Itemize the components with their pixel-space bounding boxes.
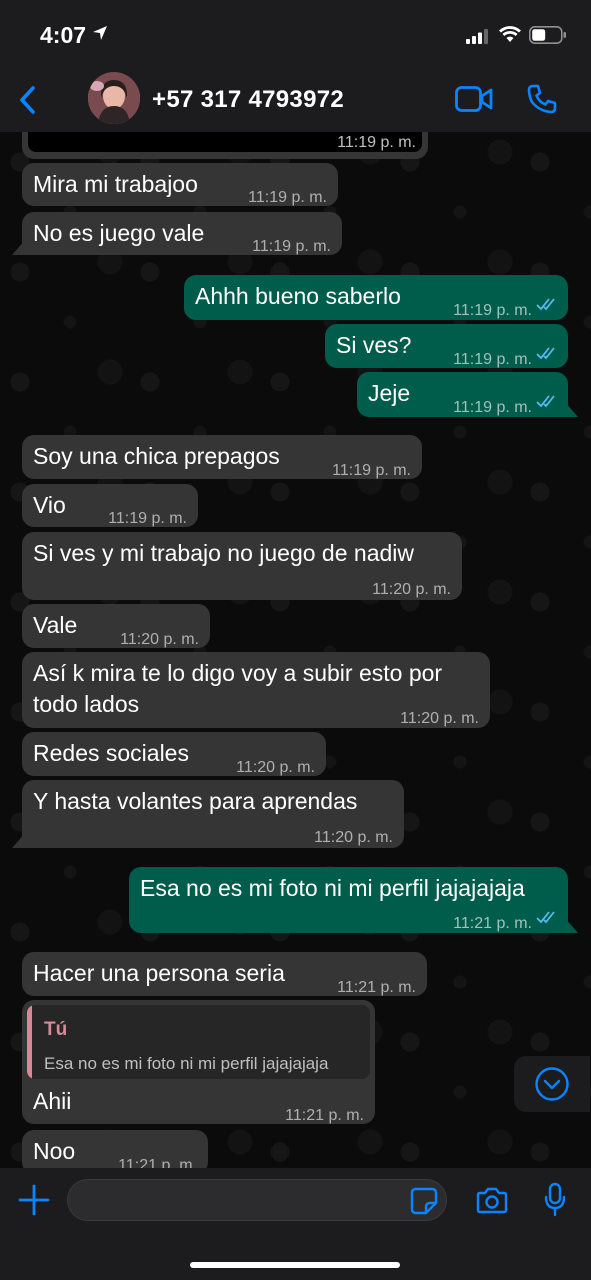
message-text: Y hasta volantes para aprendas xyxy=(33,788,358,814)
contact-name[interactable]: +57 317 4793972 xyxy=(152,86,344,114)
incoming-message[interactable]: Mira mi trabajoo 11:19 p. m. xyxy=(22,163,338,206)
message-time: 11:19 p. m. xyxy=(453,351,532,368)
outgoing-message[interactable]: Jeje 11:19 p. m. xyxy=(357,372,578,417)
outgoing-message[interactable]: Ahhh bueno saberlo 11:19 p. m. xyxy=(184,275,568,320)
back-chevron-icon[interactable] xyxy=(14,82,44,118)
wifi-icon xyxy=(499,26,521,42)
message-text: Mira mi trabajoo xyxy=(33,171,198,197)
scroll-to-bottom-button[interactable] xyxy=(514,1056,590,1112)
status-time: 4:07 xyxy=(40,22,87,48)
incoming-message[interactable]: Hacer una persona seria 11:21 p. m. xyxy=(22,952,427,996)
message-text: Soy una chica prepagos xyxy=(33,443,280,469)
outgoing-message[interactable]: Si ves? 11:19 p. m. xyxy=(325,324,568,368)
message-time: 11:19 p. m. xyxy=(248,189,327,206)
media-message-stub[interactable]: 11:19 p. m. xyxy=(22,132,428,159)
status-bar: 4:07 xyxy=(0,0,591,68)
camera-icon[interactable] xyxy=(476,1186,508,1214)
message-time: 11:20 p. m. xyxy=(120,631,199,648)
incoming-message[interactable]: Redes sociales 11:20 p. m. xyxy=(22,732,326,776)
message-text: Vale xyxy=(33,612,78,638)
message-time: 11:21 p. m. xyxy=(453,915,532,932)
chat-header: +57 317 4793972 xyxy=(0,68,591,132)
read-receipt-icon xyxy=(536,347,555,360)
quoted-message[interactable]: Tú Esa no es mi foto ni mi perfil jajaja… xyxy=(27,1005,370,1079)
message-time: 11:19 p. m. xyxy=(337,134,416,151)
message-text: No es juego vale xyxy=(33,220,205,246)
quote-accent-bar xyxy=(27,1005,32,1079)
message-time: 11:20 p. m. xyxy=(236,759,315,776)
bubble-tail xyxy=(12,239,26,255)
phone-call-icon[interactable] xyxy=(526,83,558,115)
incoming-message[interactable]: No es juego vale 11:19 p. m. xyxy=(12,212,342,255)
quote-text: Esa no es mi foto ni mi perfil jajajajaj… xyxy=(44,1054,329,1073)
location-arrow-icon xyxy=(93,26,107,40)
message-text-line: todo lados xyxy=(33,691,140,717)
incoming-message[interactable]: Así k mira te lo digo voy a subir esto p… xyxy=(22,652,490,728)
message-time: 11:20 p. m. xyxy=(400,710,479,727)
message-time: 11:19 p. m. xyxy=(252,238,331,255)
message-text: Esa no es mi foto ni mi perfil jajajajaj… xyxy=(140,875,525,901)
avatar-portrait-icon xyxy=(88,72,140,124)
message-time: 11:19 p. m. xyxy=(108,510,187,527)
message-text: Vio xyxy=(33,492,66,518)
message-time: 11:20 p. m. xyxy=(314,829,393,846)
incoming-message[interactable]: Si ves y mi trabajo no juego de nadiw 11… xyxy=(22,532,462,600)
message-text: Hacer una persona seria xyxy=(33,960,285,986)
bubble-tail xyxy=(564,917,578,933)
sticker-icon[interactable] xyxy=(410,1187,438,1215)
incoming-message[interactable]: Y hasta volantes para aprendas 11:20 p. … xyxy=(12,780,404,848)
read-receipt-icon xyxy=(536,298,555,311)
message-text: Si ves? xyxy=(336,332,412,358)
incoming-message[interactable]: Noo 11:21 p. m. xyxy=(22,1130,208,1168)
message-text: Ahii xyxy=(33,1088,72,1114)
battery-icon xyxy=(529,26,566,44)
chat-area[interactable]: 11:19 p. m. Mira mi trabajoo 11:19 p. m.… xyxy=(0,132,591,1168)
message-time: 11:21 p. m. xyxy=(337,979,416,996)
home-indicator[interactable] xyxy=(190,1262,400,1268)
quote-author: Tú xyxy=(44,1019,68,1040)
incoming-message[interactable]: Vale 11:20 p. m. xyxy=(22,604,210,648)
message-time: 11:19 p. m. xyxy=(453,302,532,319)
message-text: Ahhh bueno saberlo xyxy=(195,283,401,309)
microphone-icon[interactable] xyxy=(543,1182,567,1218)
message-time: 11:21 p. m. xyxy=(118,1157,197,1168)
incoming-message[interactable]: Vio 11:19 p. m. xyxy=(22,484,198,527)
incoming-message[interactable]: Soy una chica prepagos 11:19 p. m. xyxy=(22,435,422,479)
chevron-down-circle-icon xyxy=(535,1067,569,1101)
bubble-tail xyxy=(564,401,578,417)
message-text: Jeje xyxy=(368,380,411,406)
message-text: Noo xyxy=(33,1138,76,1164)
read-receipt-icon xyxy=(536,395,555,408)
message-time: 11:20 p. m. xyxy=(372,581,451,598)
contact-avatar[interactable] xyxy=(88,72,140,124)
signal-icon xyxy=(466,29,488,44)
plus-icon[interactable] xyxy=(18,1184,50,1216)
bubble-tail xyxy=(12,832,26,848)
message-time: 11:19 p. m. xyxy=(332,462,411,479)
message-text: Si ves y mi trabajo no juego de nadiw xyxy=(33,540,414,566)
message-time: 11:21 p. m. xyxy=(285,1107,364,1124)
reply-message[interactable]: Tú Esa no es mi foto ni mi perfil jajaja… xyxy=(22,1000,375,1124)
message-text: Redes sociales xyxy=(33,740,189,766)
message-input[interactable] xyxy=(67,1179,447,1221)
outgoing-message[interactable]: Esa no es mi foto ni mi perfil jajajajaj… xyxy=(129,867,578,933)
message-time: 11:19 p. m. xyxy=(453,399,532,416)
composer-bar xyxy=(0,1168,591,1280)
message-text-line: Así k mira te lo digo voy a subir esto p… xyxy=(33,660,443,686)
read-receipt-icon xyxy=(536,911,555,924)
video-call-icon[interactable] xyxy=(455,86,493,112)
